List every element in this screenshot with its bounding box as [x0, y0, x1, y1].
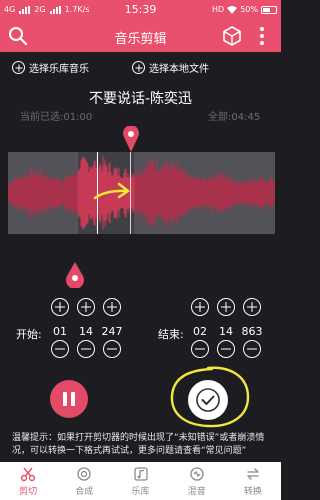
tab-label: 转换	[243, 486, 262, 497]
start-ms-value: 247	[101, 325, 123, 338]
total-duration: 全部:04:45	[208, 112, 261, 123]
end-second-decrease-button[interactable]	[217, 340, 235, 358]
end-second-increase-button[interactable]	[217, 298, 235, 316]
convert-icon	[247, 467, 259, 480]
wifi-icon	[227, 5, 238, 14]
mix-icon	[190, 466, 204, 481]
pause-icon	[63, 392, 67, 406]
waveform[interactable]	[8, 152, 275, 234]
merge-icon	[77, 466, 91, 481]
tab-mix[interactable]: 混音	[169, 462, 225, 500]
tip-text: 温馨提示：如果打开剪切器的时候出现了“未知错误”或者崩溃情况，可以转换一下格式再…	[12, 433, 265, 456]
end-label: 结束:	[158, 328, 184, 341]
end-minute-decrease-button[interactable]	[191, 340, 209, 358]
pick-library-button[interactable]: 选择乐库音乐	[12, 60, 89, 75]
end-ms-increase-button[interactable]	[243, 298, 261, 316]
tab-label: 合成	[75, 486, 94, 497]
battery-icon	[261, 5, 277, 14]
playhead-marker-icon[interactable]	[123, 126, 139, 152]
arrow-annotation-icon	[93, 182, 130, 200]
tab-convert[interactable]: 转换	[225, 462, 281, 500]
song-title: 不要说话-陈奕迅	[88, 91, 193, 107]
pick-local-label: 选择本地文件	[149, 64, 209, 75]
scissors-icon	[20, 467, 36, 481]
end-ms-value: 863	[241, 325, 263, 338]
end-ms-decrease-button[interactable]	[243, 340, 261, 358]
add-icon	[132, 61, 145, 74]
tab-merge[interactable]: 合成	[56, 462, 112, 500]
status-bar: 4G 2G 1.7K/s 15:39 HD 50%	[0, 0, 281, 20]
battery-percent: 50%	[240, 5, 258, 14]
pause-icon-bar	[71, 392, 75, 406]
highlight-circle-annotation	[170, 366, 250, 428]
start-minute-decrease-button[interactable]	[51, 340, 69, 358]
music-note-icon	[133, 466, 148, 481]
start-second-decrease-button[interactable]	[77, 340, 95, 358]
end-minute-value: 02	[193, 325, 207, 338]
pick-local-button[interactable]: 选择本地文件	[132, 60, 209, 75]
add-icon	[12, 61, 25, 74]
start-ms-decrease-button[interactable]	[103, 340, 121, 358]
current-duration: 当前已选:01:00	[20, 112, 93, 123]
bottom-tab-bar: 剪切 合成 乐库 混音 转换	[0, 462, 281, 500]
tab-cut[interactable]: 剪切	[0, 462, 56, 500]
pick-library-label: 选择乐库音乐	[29, 64, 89, 75]
start-label: 开始:	[16, 328, 42, 341]
tab-label: 混音	[187, 486, 206, 497]
start-marker-icon[interactable]	[65, 262, 85, 288]
tab-label: 剪切	[19, 486, 38, 497]
app-bar: 音乐剪辑	[0, 20, 281, 52]
pause-button[interactable]	[50, 380, 88, 418]
start-second-increase-button[interactable]	[77, 298, 95, 316]
waveform-graphic	[8, 156, 275, 230]
start-minute-increase-button[interactable]	[51, 298, 69, 316]
cube-icon[interactable]	[220, 24, 244, 48]
tab-library[interactable]: 乐库	[112, 462, 168, 500]
end-second-value: 14	[219, 325, 233, 338]
start-second-value: 14	[79, 325, 93, 338]
start-minute-value: 01	[53, 325, 67, 338]
start-ms-increase-button[interactable]	[103, 298, 121, 316]
hd-label: HD	[212, 5, 225, 14]
tab-label: 乐库	[131, 486, 150, 497]
end-minute-increase-button[interactable]	[191, 298, 209, 316]
more-vertical-icon[interactable]	[250, 24, 274, 48]
